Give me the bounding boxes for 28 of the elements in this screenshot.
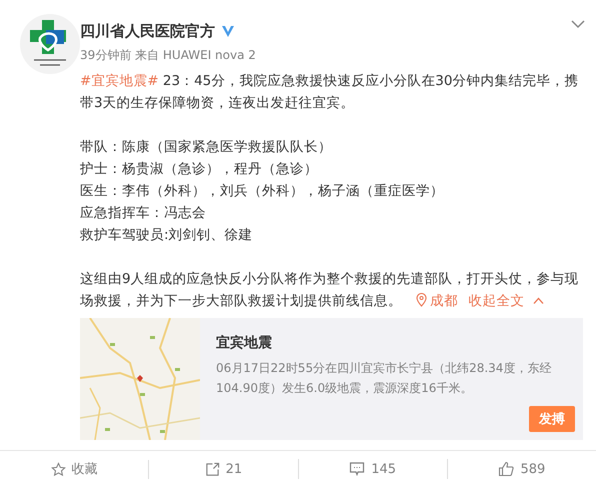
repost-button[interactable]: 21 <box>202 460 244 478</box>
location-pin-icon <box>416 293 427 307</box>
share-icon <box>204 462 220 476</box>
card-title: 宜宾地震 <box>216 334 273 352</box>
hashtag-link[interactable]: #宜宾地震# <box>80 73 159 89</box>
location-link[interactable]: 成都 <box>430 293 458 309</box>
star-icon <box>50 462 66 476</box>
collapse-link[interactable]: 收起全文 <box>468 293 524 309</box>
post-paragraph: 这组由9人组成的应急快反小分队将作为整个救援的先遣部队，打开头仗，参与现场救援，并为下一步大部队救援计划提供前线信息。 成都 收起全文 <box>80 270 580 311</box>
team-member-line: 应急指挥车：冯志会 <box>80 204 207 223</box>
post-button[interactable]: 发搏 <box>529 406 575 432</box>
team-member-line: 医生：李伟（外科），刘兵（外科），杨子涵（重症医学） <box>80 182 445 201</box>
hospital-logo[interactable] <box>20 14 80 74</box>
chevron-down-icon[interactable] <box>571 20 585 29</box>
team-member-line: 带队：陈康（国家紧急医学救援队队长） <box>80 138 333 157</box>
post-meta: 39分钟前 来自 HUAWEI nova 2 <box>80 47 257 64</box>
team-member-line: 护士：杨贵淑（急诊），程丹（急诊） <box>80 160 319 179</box>
card-description: 06月17日22时55分在四川宜宾市长宁县（北纬28.34度，东经104.90度）发生6.0级地震，震源深度16千米。 <box>216 360 552 397</box>
account-name[interactable]: 四川省人民医院官方 <box>80 22 215 41</box>
chevron-up-icon[interactable] <box>532 297 544 305</box>
like-button[interactable]: 589 <box>496 459 548 479</box>
post-paragraph: #宜宾地震# 23：45分，我院应急救援快速反应小分队在30分钟内集结完毕，携带3天的生存保障物资，连夜出发赶往宜宾。 <box>80 72 580 113</box>
comment-button[interactable]: 145 <box>347 459 398 479</box>
thumbs-up-icon <box>498 461 514 477</box>
comment-icon <box>349 461 366 477</box>
link-card[interactable]: 宜宾地震 06月17日22时55分在四川宜宾市长宁县（北纬28.34度，东经104.90度）发生6.0级地震，震源深度16千米。 发搏 <box>80 318 583 440</box>
team-member-line: 救护车驾驶员:刘剑钊、徐建 <box>80 226 254 245</box>
favorite-button[interactable]: 收藏 <box>48 458 100 480</box>
